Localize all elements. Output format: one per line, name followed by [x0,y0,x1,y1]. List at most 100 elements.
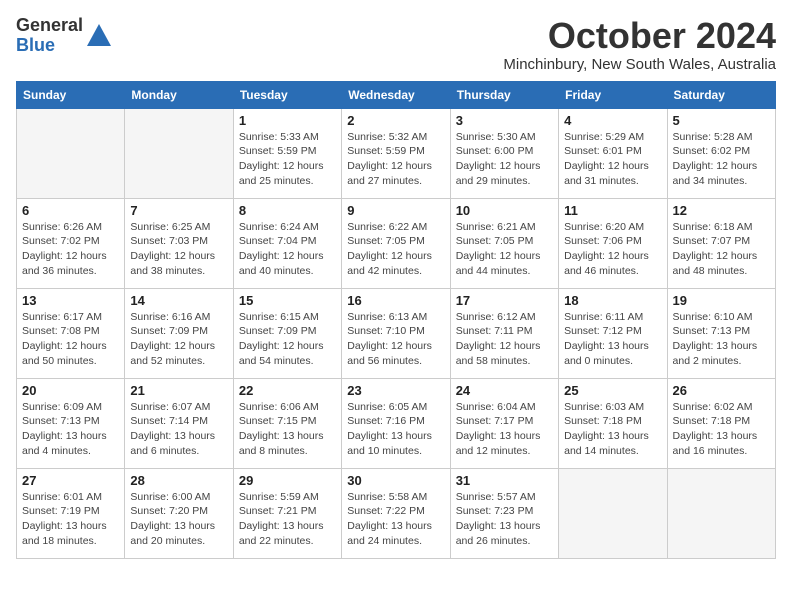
calendar-cell: 1 Sunrise: 5:33 AM Sunset: 5:59 PM Daylig… [233,108,341,198]
day-header-thursday: Thursday [450,81,558,108]
day-info: Sunrise: 6:17 AM Sunset: 7:08 PM Dayligh… [22,310,119,369]
calendar-cell: 15 Sunrise: 6:15 AM Sunset: 7:09 PM Dayli… [233,288,341,378]
calendar-cell: 29 Sunrise: 5:59 AM Sunset: 7:21 PM Dayli… [233,468,341,558]
day-info: Sunrise: 5:33 AM Sunset: 5:59 PM Dayligh… [239,130,336,189]
day-number: 10 [456,203,553,218]
logo-icon [85,22,113,50]
day-info: Sunrise: 6:26 AM Sunset: 7:02 PM Dayligh… [22,220,119,279]
day-info: Sunrise: 6:01 AM Sunset: 7:19 PM Dayligh… [22,490,119,549]
calendar-cell [125,108,233,198]
day-info: Sunrise: 6:24 AM Sunset: 7:04 PM Dayligh… [239,220,336,279]
day-number: 9 [347,203,444,218]
day-number: 1 [239,113,336,128]
calendar-cell: 17Sunrise: 6:12 AM Sunset: 7:11 PM Dayli… [450,288,558,378]
calendar-cell: 5 Sunrise: 5:28 AM Sunset: 6:02 PM Daylig… [667,108,775,198]
day-number: 14 [130,293,227,308]
calendar-table: SundayMondayTuesdayWednesdayThursdayFrid… [16,81,776,559]
location: Minchinbury, New South Wales, Australia [503,56,776,73]
day-number: 5 [673,113,770,128]
calendar-cell: 3 Sunrise: 5:30 AM Sunset: 6:00 PM Daylig… [450,108,558,198]
calendar-cell: 20 Sunrise: 6:09 AM Sunset: 7:13 PM Dayli… [17,378,125,468]
day-number: 7 [130,203,227,218]
calendar-cell: 10 Sunrise: 6:21 AM Sunset: 7:05 PM Dayli… [450,198,558,288]
day-info: Sunrise: 6:22 AM Sunset: 7:05 PM Dayligh… [347,220,444,279]
day-info: Sunrise: 6:09 AM Sunset: 7:13 PM Dayligh… [22,400,119,459]
calendar-cell: 25 Sunrise: 6:03 AM Sunset: 7:18 PM Dayli… [559,378,667,468]
day-number: 4 [564,113,661,128]
calendar-cell: 21 Sunrise: 6:07 AM Sunset: 7:14 PM Dayli… [125,378,233,468]
day-info: Sunrise: 6:13 AM Sunset: 7:10 PM Dayligh… [347,310,444,369]
day-info: Sunrise: 6:25 AM Sunset: 7:03 PM Dayligh… [130,220,227,279]
day-number: 2 [347,113,444,128]
day-info: Sunrise: 5:28 AM Sunset: 6:02 PM Dayligh… [673,130,770,189]
day-info: Sunrise: 5:29 AM Sunset: 6:01 PM Dayligh… [564,130,661,189]
calendar-cell: 22 Sunrise: 6:06 AM Sunset: 7:15 PM Dayli… [233,378,341,468]
day-number: 13 [22,293,119,308]
day-header-sunday: Sunday [17,81,125,108]
calendar-week-5: 27 Sunrise: 6:01 AM Sunset: 7:19 PM Dayli… [17,468,776,558]
day-info: Sunrise: 5:30 AM Sunset: 6:00 PM Dayligh… [456,130,553,189]
calendar-week-2: 6 Sunrise: 6:26 AM Sunset: 7:02 PM Daylig… [17,198,776,288]
day-info: Sunrise: 6:15 AM Sunset: 7:09 PM Dayligh… [239,310,336,369]
calendar-cell: 8Sunrise: 6:24 AM Sunset: 7:04 PM Daylig… [233,198,341,288]
calendar-cell: 2 Sunrise: 5:32 AM Sunset: 5:59 PM Daylig… [342,108,450,198]
day-number: 6 [22,203,119,218]
calendar-cell: 18Sunrise: 6:11 AM Sunset: 7:12 PM Dayli… [559,288,667,378]
calendar-cell: 16 Sunrise: 6:13 AM Sunset: 7:10 PM Dayli… [342,288,450,378]
calendar-cell: 24 Sunrise: 6:04 AM Sunset: 7:17 PM Dayli… [450,378,558,468]
day-number: 26 [673,383,770,398]
calendar-cell: 31Sunrise: 5:57 AM Sunset: 7:23 PM Dayli… [450,468,558,558]
calendar-cell: 7 Sunrise: 6:25 AM Sunset: 7:03 PM Daylig… [125,198,233,288]
day-number: 21 [130,383,227,398]
calendar-header-row: SundayMondayTuesdayWednesdayThursdayFrid… [17,81,776,108]
calendar-cell: 13 Sunrise: 6:17 AM Sunset: 7:08 PM Dayli… [17,288,125,378]
day-number: 25 [564,383,661,398]
day-info: Sunrise: 5:59 AM Sunset: 7:21 PM Dayligh… [239,490,336,549]
calendar-week-4: 20 Sunrise: 6:09 AM Sunset: 7:13 PM Dayli… [17,378,776,468]
day-number: 19 [673,293,770,308]
day-header-wednesday: Wednesday [342,81,450,108]
day-info: Sunrise: 6:07 AM Sunset: 7:14 PM Dayligh… [130,400,227,459]
logo-blue: Blue [16,36,83,56]
calendar-cell: 14Sunrise: 6:16 AM Sunset: 7:09 PM Dayli… [125,288,233,378]
day-number: 11 [564,203,661,218]
day-number: 20 [22,383,119,398]
day-info: Sunrise: 6:12 AM Sunset: 7:11 PM Dayligh… [456,310,553,369]
day-number: 23 [347,383,444,398]
day-number: 27 [22,473,119,488]
day-number: 30 [347,473,444,488]
day-info: Sunrise: 6:20 AM Sunset: 7:06 PM Dayligh… [564,220,661,279]
day-number: 22 [239,383,336,398]
day-number: 15 [239,293,336,308]
day-info: Sunrise: 6:00 AM Sunset: 7:20 PM Dayligh… [130,490,227,549]
day-info: Sunrise: 6:21 AM Sunset: 7:05 PM Dayligh… [456,220,553,279]
day-header-monday: Monday [125,81,233,108]
day-info: Sunrise: 6:03 AM Sunset: 7:18 PM Dayligh… [564,400,661,459]
day-number: 31 [456,473,553,488]
logo-text: General Blue [16,16,83,56]
calendar-cell [667,468,775,558]
day-number: 28 [130,473,227,488]
title-block: October 2024 Minchinbury, New South Wale… [503,16,776,73]
logo-general: General [16,16,83,36]
calendar-cell: 23Sunrise: 6:05 AM Sunset: 7:16 PM Dayli… [342,378,450,468]
calendar-cell: 6 Sunrise: 6:26 AM Sunset: 7:02 PM Daylig… [17,198,125,288]
day-info: Sunrise: 6:04 AM Sunset: 7:17 PM Dayligh… [456,400,553,459]
day-info: Sunrise: 5:32 AM Sunset: 5:59 PM Dayligh… [347,130,444,189]
day-header-friday: Friday [559,81,667,108]
calendar-cell [559,468,667,558]
day-info: Sunrise: 6:18 AM Sunset: 7:07 PM Dayligh… [673,220,770,279]
day-number: 16 [347,293,444,308]
day-number: 29 [239,473,336,488]
calendar-cell: 27 Sunrise: 6:01 AM Sunset: 7:19 PM Dayli… [17,468,125,558]
day-number: 12 [673,203,770,218]
calendar-cell: 12 Sunrise: 6:18 AM Sunset: 7:07 PM Dayli… [667,198,775,288]
day-info: Sunrise: 6:06 AM Sunset: 7:15 PM Dayligh… [239,400,336,459]
calendar-cell: 9 Sunrise: 6:22 AM Sunset: 7:05 PM Daylig… [342,198,450,288]
day-info: Sunrise: 5:58 AM Sunset: 7:22 PM Dayligh… [347,490,444,549]
day-number: 24 [456,383,553,398]
calendar-cell: 4 Sunrise: 5:29 AM Sunset: 6:01 PM Daylig… [559,108,667,198]
day-info: Sunrise: 6:10 AM Sunset: 7:13 PM Dayligh… [673,310,770,369]
day-number: 3 [456,113,553,128]
calendar-cell [17,108,125,198]
